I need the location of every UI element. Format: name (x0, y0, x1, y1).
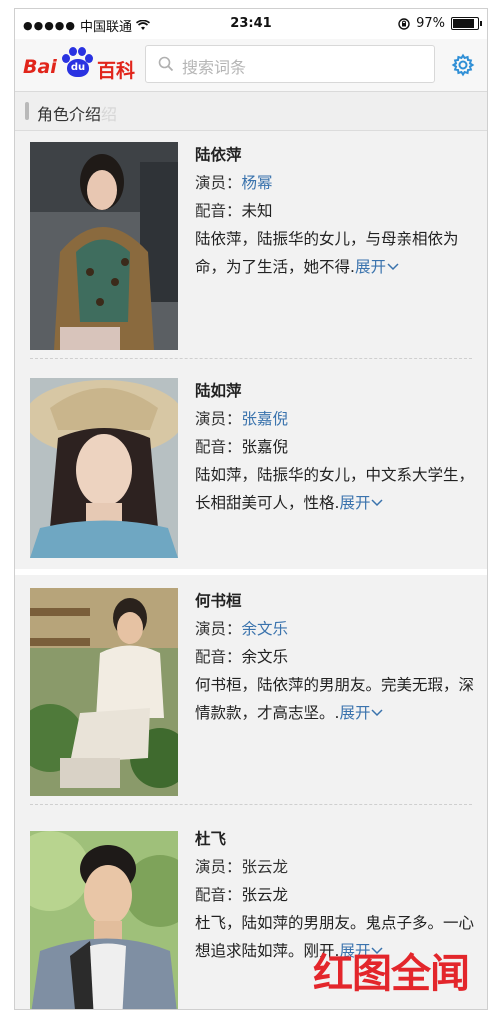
actor-name: 张云龙 (241, 858, 289, 876)
expand-button[interactable]: 展开 (339, 704, 384, 722)
phone-screen: ●●●●● 中国联通 23:41 97% Bai du 百科 搜索词条 角色介绍… (14, 8, 488, 1010)
voice-actor: 张云龙 (241, 886, 289, 904)
battery-icon (451, 17, 482, 30)
logo-baike-text: 百科 (97, 60, 136, 82)
actor-label: 演员： (195, 620, 242, 638)
list-item[interactable]: 陆如萍 演员：张嘉倪 配音：张嘉倪 陆如萍，陆振华的女儿，中文系大学生，长相甜美… (15, 367, 487, 595)
gear-icon[interactable] (451, 53, 475, 77)
character-photo[interactable] (30, 831, 178, 1009)
voice-label: 配音： (195, 202, 242, 220)
voice-label: 配音： (195, 438, 242, 456)
status-bar: ●●●●● 中国联通 23:41 97% (15, 9, 487, 39)
paw-logo-icon: du (61, 47, 93, 81)
actor-link[interactable]: 余文乐 (242, 620, 289, 638)
section-header: 角色介绍 绍 (15, 92, 487, 131)
chevron-down-icon (387, 263, 399, 271)
expand-button[interactable]: 展开 (339, 494, 384, 512)
character-photo[interactable] (30, 142, 178, 350)
actor-label: 演员： (195, 174, 242, 192)
character-photo[interactable] (30, 378, 178, 558)
voice-actor: 未知 (241, 202, 273, 220)
section-marker (25, 102, 29, 120)
section-title: 角色介绍 (37, 105, 102, 124)
voice-label: 配音： (195, 886, 242, 904)
chevron-down-icon (371, 499, 383, 507)
logo-du-text: du (67, 59, 89, 77)
app-header: Bai du 百科 搜索词条 (15, 39, 487, 92)
search-input[interactable]: 搜索词条 (145, 45, 435, 83)
voice-actor: 余文乐 (241, 648, 289, 666)
expand-button[interactable]: 展开 (355, 258, 400, 276)
search-placeholder: 搜索词条 (182, 58, 247, 77)
list-item[interactable]: 陆依萍 演员：杨幂 配音：未知 陆依萍，陆振华的女儿，与母亲相依为命，为了生活，… (15, 131, 487, 359)
watermark-logo: 红图全闻 (313, 950, 470, 997)
chevron-down-icon (371, 709, 383, 717)
section-title-shadow: 绍 (101, 105, 118, 124)
baidu-baike-logo[interactable]: Bai du 百科 (23, 47, 141, 83)
logo-bai-text: Bai (23, 56, 57, 78)
list-item[interactable]: 何书桓 演员：余文乐 配音：余文乐 何书桓，陆依萍的男朋友。完美无瑕，深情款款，… (15, 577, 487, 805)
character-description: 陆依萍，陆振华的女儿，与母亲相依为命，为了生活，她不得. (195, 230, 459, 276)
character-description: 陆如萍，陆振华的女儿，中文系大学生，长相甜美可人，性格. (195, 466, 475, 512)
character-name: 何书桓 (195, 592, 242, 610)
voice-actor: 张嘉倪 (241, 438, 289, 456)
actor-label: 演员： (195, 410, 242, 428)
item-separator (30, 804, 472, 805)
character-name: 杜飞 (195, 830, 227, 848)
character-name: 陆依萍 (195, 146, 242, 164)
orientation-lock-icon (398, 17, 410, 30)
character-name: 陆如萍 (195, 382, 242, 400)
actor-label: 演员： (195, 858, 242, 876)
section-divider (15, 569, 487, 575)
actor-link[interactable]: 张嘉倪 (242, 410, 289, 428)
item-separator (30, 358, 472, 359)
character-photo[interactable] (30, 588, 178, 796)
actor-link[interactable]: 杨幂 (242, 174, 273, 192)
voice-label: 配音： (195, 648, 242, 666)
character-description: 何书桓，陆依萍的男朋友。完美无瑕，深情款款，才高志坚。. (195, 676, 475, 722)
battery-percentage: 97% (416, 16, 445, 31)
search-icon (158, 56, 174, 72)
